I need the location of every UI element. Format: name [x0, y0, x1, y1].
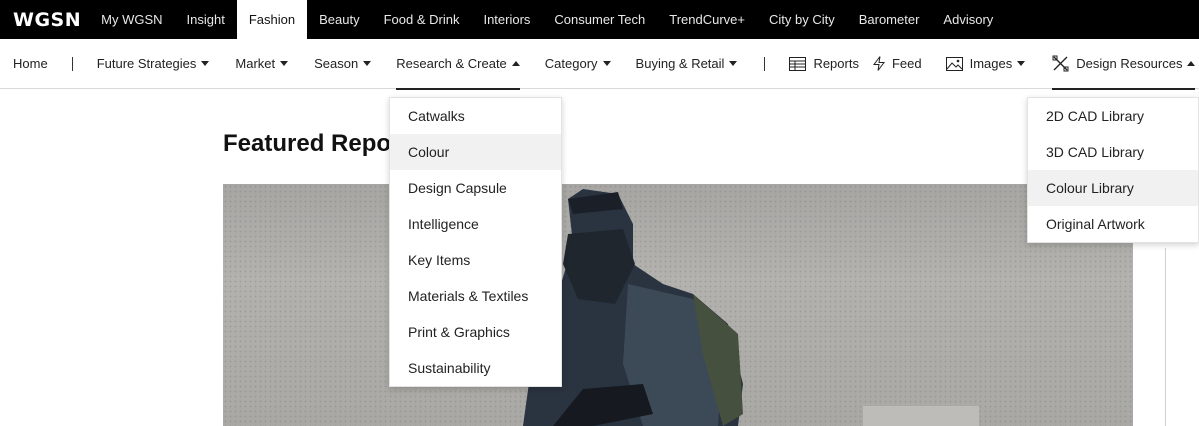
menu-item-materials-textiles[interactable]: Materials & Textiles — [390, 278, 561, 314]
top-nav-beauty[interactable]: Beauty — [307, 0, 371, 39]
menu-item-original-artwork[interactable]: Original Artwork — [1028, 206, 1198, 242]
hero-figure — [523, 189, 743, 426]
top-nav-city-by-city[interactable]: City by City — [757, 0, 847, 39]
caret-down-icon — [363, 61, 372, 66]
caret-down-icon — [280, 61, 289, 66]
nav-category-label: Category — [544, 56, 598, 71]
menu-item-3d-cad-library[interactable]: 3D CAD Library — [1028, 134, 1198, 170]
nav-feed-label: Feed — [891, 56, 922, 71]
nav-design-resources[interactable]: Design Resources — [1052, 39, 1196, 90]
reports-icon — [789, 56, 807, 71]
nav-research-create[interactable]: Research & Create — [396, 39, 520, 90]
feed-icon — [872, 56, 885, 71]
nav-home[interactable]: Home — [13, 39, 48, 89]
nav-feed[interactable]: Feed — [872, 39, 922, 89]
menu-item-intelligence[interactable]: Intelligence — [390, 206, 561, 242]
menu-item-print-graphics[interactable]: Print & Graphics — [390, 314, 561, 350]
wgsn-logo[interactable]: WGSN — [13, 9, 81, 31]
caret-down-icon — [1017, 61, 1026, 66]
top-nav-barometer[interactable]: Barometer — [847, 0, 932, 39]
nav-buying-retail-label: Buying & Retail — [635, 56, 725, 71]
nav-future-strategies-label: Future Strategies — [96, 56, 197, 71]
nav-images[interactable]: Images — [945, 39, 1026, 89]
top-nav-food-drink[interactable]: Food & Drink — [372, 0, 472, 39]
menu-item-colour[interactable]: Colour — [390, 134, 561, 170]
menu-item-colour-library[interactable]: Colour Library — [1028, 170, 1198, 206]
top-nav-consumer-tech[interactable]: Consumer Tech — [542, 0, 657, 39]
nav-market-label: Market — [235, 56, 276, 71]
top-nav-advisory[interactable]: Advisory — [931, 0, 1005, 39]
nav-season[interactable]: Season — [314, 39, 372, 89]
nav-market[interactable]: Market — [235, 39, 289, 89]
top-nav-insight[interactable]: Insight — [175, 0, 237, 39]
nav-design-resources-label: Design Resources — [1076, 56, 1183, 71]
caret-up-icon — [1187, 61, 1196, 66]
top-nav-my-wgsn[interactable]: My WGSN — [89, 0, 174, 39]
top-nav-trendcurve[interactable]: TrendCurve+ — [657, 0, 757, 39]
nav-reports-label: Reports — [813, 56, 859, 71]
research-create-dropdown: Catwalks Colour Design Capsule Intellige… — [389, 97, 562, 387]
section-nav: Home Future Strategies Market Season Res… — [0, 39, 1199, 90]
nav-category[interactable]: Category — [545, 39, 611, 89]
featured-report-image[interactable] — [223, 184, 1133, 426]
nav-season-label: Season — [314, 56, 359, 71]
page-edge-divider — [1165, 248, 1166, 426]
nav-buying-retail[interactable]: Buying & Retail — [636, 39, 738, 89]
images-icon — [945, 56, 963, 71]
caret-down-icon — [602, 61, 611, 66]
featured-reports-heading: Featured Repo — [223, 130, 392, 157]
menu-item-catwalks[interactable]: Catwalks — [390, 98, 561, 134]
nav-research-create-label: Research & Create — [396, 56, 507, 71]
nav-reports[interactable]: Reports — [789, 39, 859, 89]
top-nav-fashion[interactable]: Fashion — [236, 0, 308, 39]
nav-images-label: Images — [969, 56, 1013, 71]
nav-divider — [71, 56, 73, 71]
menu-item-key-items[interactable]: Key Items — [390, 242, 561, 278]
design-resources-icon — [1052, 55, 1069, 72]
nav-divider — [764, 56, 766, 71]
menu-item-2d-cad-library[interactable]: 2D CAD Library — [1028, 98, 1198, 134]
nav-future-strategies[interactable]: Future Strategies — [97, 39, 210, 89]
caret-up-icon — [511, 61, 520, 66]
menu-item-design-capsule[interactable]: Design Capsule — [390, 170, 561, 206]
top-nav: My WGSN Insight Fashion Beauty Food & Dr… — [89, 0, 1005, 39]
caret-down-icon — [201, 61, 210, 66]
menu-item-sustainability[interactable]: Sustainability — [390, 350, 561, 386]
hero-light-block — [863, 406, 979, 426]
caret-down-icon — [729, 61, 738, 66]
nav-home-label: Home — [13, 56, 48, 71]
design-resources-dropdown: 2D CAD Library 3D CAD Library Colour Lib… — [1027, 97, 1199, 243]
top-bar: WGSN My WGSN Insight Fashion Beauty Food… — [0, 0, 1199, 39]
top-nav-interiors[interactable]: Interiors — [471, 0, 542, 39]
